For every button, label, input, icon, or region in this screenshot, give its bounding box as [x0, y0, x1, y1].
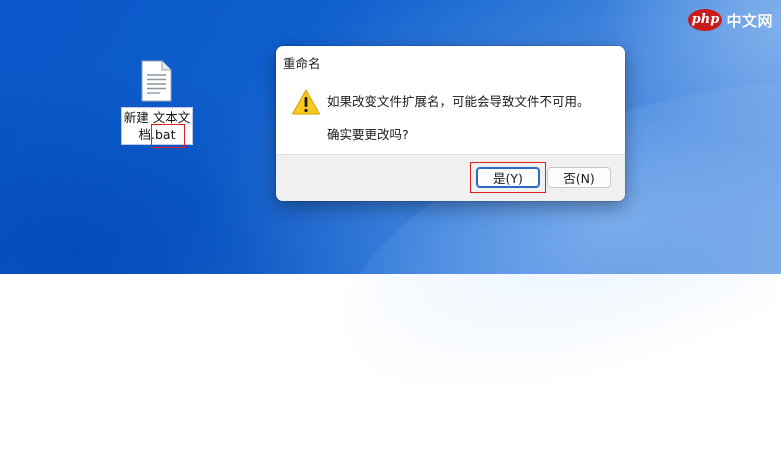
watermark-text: 中文网 — [726, 11, 773, 30]
warning-icon — [291, 88, 321, 116]
watermark-logo: php — [688, 9, 723, 31]
no-button[interactable]: 否(N) — [547, 167, 611, 188]
watermark: php 中文网 — [688, 9, 773, 31]
warning-message: 如果改变文件扩展名，可能会导致文件不可用。 — [327, 94, 590, 109]
yes-highlight-box — [470, 162, 546, 193]
dialog-title: 重命名 — [283, 56, 321, 71]
extension-highlight-box — [151, 124, 185, 148]
dialog-footer: 是(Y) 否(N) — [276, 154, 625, 201]
text-document-icon[interactable] — [138, 60, 174, 102]
rename-dialog: 重命名 如果改变文件扩展名，可能会导致文件不可用。 确实要更改吗? 是(Y) 否… — [276, 46, 625, 201]
confirm-question: 确实要更改吗? — [327, 127, 409, 142]
file-name-prefix: 档 — [138, 127, 152, 142]
